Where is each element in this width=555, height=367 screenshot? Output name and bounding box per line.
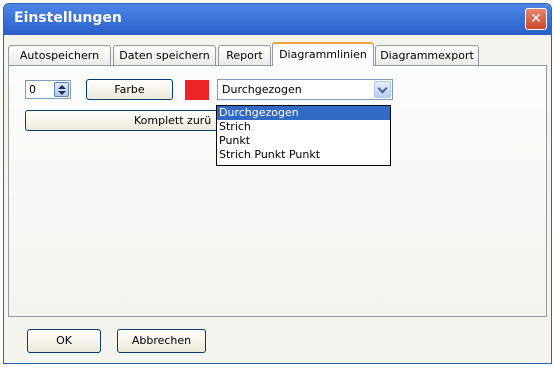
cancel-button[interactable]: Abbrechen [117, 329, 206, 353]
option-punkt[interactable]: Punkt [217, 134, 390, 148]
settings-dialog: Einstellungen ✕ Autospeichern Daten spei… [3, 3, 552, 364]
option-strich[interactable]: Strich [217, 120, 390, 134]
tab-diagrammlinien[interactable]: Diagrammlinien [272, 42, 374, 66]
reset-all-button[interactable]: Komplett zurü [25, 110, 221, 131]
line-style-dropdown-list: Durchgezogen Strich Punkt Strich Punkt P… [216, 105, 391, 166]
option-strich-punkt-punkt[interactable]: Strich Punkt Punkt [217, 148, 390, 162]
line-index-value: 0 [29, 83, 36, 96]
ok-button[interactable]: OK [27, 329, 101, 353]
close-button[interactable]: ✕ [525, 8, 547, 30]
chevron-down-icon [377, 83, 388, 94]
tab-autospeichern[interactable]: Autospeichern [8, 45, 111, 65]
window-title: Einstellungen [14, 10, 122, 26]
arrow-up-icon[interactable] [58, 85, 66, 89]
dropdown-button[interactable] [374, 81, 391, 98]
color-swatch [185, 80, 209, 100]
line-style-value: Durchgezogen [222, 83, 302, 96]
line-index-spinner[interactable]: 0 [25, 80, 71, 99]
title-bar[interactable]: Einstellungen ✕ [4, 4, 551, 35]
spin-buttons[interactable] [54, 82, 69, 97]
tab-report[interactable]: Report [218, 45, 271, 65]
arrow-down-icon[interactable] [58, 91, 66, 95]
color-button[interactable]: Farbe [86, 79, 173, 100]
line-style-select[interactable]: Durchgezogen [217, 79, 393, 100]
option-durchgezogen[interactable]: Durchgezogen [217, 106, 390, 120]
tab-daten-speichern[interactable]: Daten speichern [113, 45, 216, 65]
tab-diagrammexport[interactable]: Diagrammexport [375, 45, 479, 65]
tab-panel: 0 Farbe Durchgezogen Komplett zurü [8, 65, 547, 317]
close-icon: ✕ [530, 11, 542, 27]
